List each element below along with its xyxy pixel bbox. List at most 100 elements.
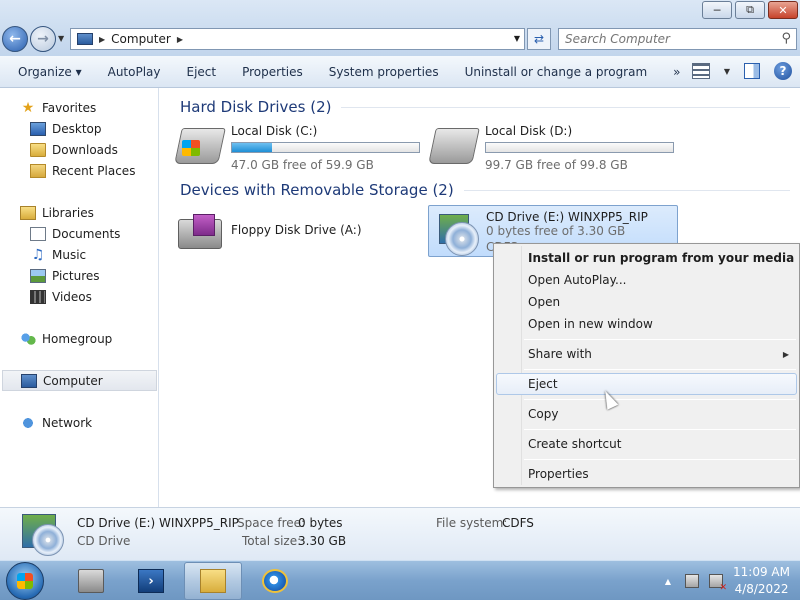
internet-explorer-icon xyxy=(262,569,288,593)
breadcrumb-chevron-icon[interactable]: ▶ xyxy=(99,35,105,44)
menu-item-open-new-window[interactable]: Open in new window xyxy=(496,313,797,335)
address-row: ← → ▼ ▶ Computer ▶ ▼ ⇄ ⚲ xyxy=(0,24,800,56)
view-options-dropdown-icon[interactable]: ▼ xyxy=(724,67,730,76)
nav-music[interactable]: ♫ Music xyxy=(0,244,158,265)
nav-label: Videos xyxy=(52,289,92,304)
preview-pane-icon[interactable] xyxy=(744,63,760,79)
forward-button[interactable]: → xyxy=(30,26,56,52)
breadcrumb-chevron-icon[interactable]: ▶ xyxy=(177,35,183,44)
show-hidden-icons-icon[interactable]: ▲ xyxy=(665,577,671,586)
organize-button[interactable]: Organize ▾ xyxy=(0,65,95,79)
drive-free-space: 0 bytes free of 3.30 GB xyxy=(486,224,626,238)
taskbar-explorer[interactable] xyxy=(184,562,242,600)
nav-computer[interactable]: Computer xyxy=(2,370,157,391)
taskbar-powershell[interactable]: › xyxy=(122,562,180,600)
nav-label: Pictures xyxy=(52,268,100,283)
network-status-icon[interactable] xyxy=(685,574,700,588)
menu-item-open-autoplay[interactable]: Open AutoPlay... xyxy=(496,269,797,291)
eject-button[interactable]: Eject xyxy=(174,65,230,79)
group-header-hard-disk[interactable]: Hard Disk Drives (2) xyxy=(180,98,790,116)
nav-pictures[interactable]: Pictures xyxy=(0,265,158,286)
windows-logo-icon xyxy=(17,573,33,589)
clock-time: 11:09 AM xyxy=(733,565,790,579)
refresh-button[interactable]: ⇄ xyxy=(527,28,551,50)
nav-libraries[interactable]: Libraries xyxy=(0,202,158,223)
menu-item-open[interactable]: Open xyxy=(496,291,797,313)
explorer-folder-icon xyxy=(200,569,226,593)
network-icon xyxy=(20,415,36,430)
menu-separator xyxy=(524,339,796,340)
recent-places-icon xyxy=(30,163,46,178)
menu-item-copy[interactable]: Copy xyxy=(496,403,797,425)
nav-homegroup[interactable]: Homegroup xyxy=(0,328,158,349)
drive-usage-bar xyxy=(485,142,674,153)
floppy-disk-icon xyxy=(193,214,215,236)
system-properties-button[interactable]: System properties xyxy=(316,65,452,79)
title-bar: ─ ⧉ ✕ xyxy=(0,0,800,24)
menu-item-properties[interactable]: Properties xyxy=(496,463,797,485)
search-input[interactable] xyxy=(559,29,769,49)
clock[interactable]: 11:09 AM 4/8/2022 xyxy=(733,564,790,598)
details-drive-name: CD Drive (E:) WINXPP5_RIP xyxy=(77,516,239,530)
nav-desktop[interactable]: Desktop xyxy=(0,118,158,139)
system-tray: ▲ 11:09 AM 4/8/2022 xyxy=(665,561,790,600)
clock-date: 4/8/2022 xyxy=(734,582,789,596)
address-bar[interactable]: ▶ Computer ▶ ▼ xyxy=(70,28,525,50)
breadcrumb-computer[interactable]: Computer xyxy=(111,32,171,46)
address-dropdown-icon[interactable]: ▼ xyxy=(514,34,520,43)
drive-tile-c[interactable]: Local Disk (C:) 47.0 GB free of 59.9 GB xyxy=(174,120,424,172)
taskbar-internet-explorer[interactable] xyxy=(246,562,304,600)
nav-network[interactable]: Network xyxy=(0,412,158,433)
menu-item-eject[interactable]: Eject xyxy=(496,373,797,395)
taskbar: › ▲ 11:09 AM 4/8/2022 xyxy=(0,560,800,600)
search-icon[interactable]: ⚲ xyxy=(781,31,791,46)
close-button[interactable]: ✕ xyxy=(768,1,798,19)
uninstall-program-button[interactable]: Uninstall or change a program xyxy=(452,65,661,79)
maximize-button[interactable]: ⧉ xyxy=(735,1,765,19)
navigation-pane: ★ Favorites Desktop Downloads Recent Pla… xyxy=(0,88,159,507)
help-icon[interactable]: ? xyxy=(774,62,792,80)
change-view-icon[interactable] xyxy=(691,63,710,79)
divider xyxy=(463,189,790,191)
menu-item-share-with[interactable]: Share with ▶ xyxy=(496,343,797,365)
nav-downloads[interactable]: Downloads xyxy=(0,139,158,160)
drive-usage-fill xyxy=(232,143,273,152)
pictures-icon xyxy=(30,268,46,283)
nav-label: Computer xyxy=(43,373,103,388)
cd-drive-icon xyxy=(20,512,64,556)
nav-documents[interactable]: Documents xyxy=(0,223,158,244)
drive-tile-d[interactable]: Local Disk (D:) 99.7 GB free of 99.8 GB xyxy=(428,120,678,172)
start-button[interactable] xyxy=(6,562,44,600)
menu-item-install-run[interactable]: Install or run program from your media xyxy=(496,247,797,269)
nav-videos[interactable]: Videos xyxy=(0,286,158,307)
nav-label: Documents xyxy=(52,226,121,241)
taskbar-server-manager[interactable] xyxy=(62,562,120,600)
autoplay-button[interactable]: AutoPlay xyxy=(95,65,174,79)
volume-muted-icon[interactable] xyxy=(709,574,727,593)
nav-favorites[interactable]: ★ Favorites xyxy=(0,97,158,118)
nav-label: Desktop xyxy=(52,121,102,136)
windows-logo-icon xyxy=(182,140,200,156)
nav-label: Downloads xyxy=(52,142,118,157)
properties-button[interactable]: Properties xyxy=(229,65,316,79)
cd-disc-icon xyxy=(445,222,479,256)
powershell-icon: › xyxy=(138,569,164,593)
nav-label: Homegroup xyxy=(42,331,113,346)
hard-disk-icon xyxy=(428,128,480,164)
group-header-removable[interactable]: Devices with Removable Storage (2) xyxy=(180,181,790,199)
search-box[interactable]: ⚲ xyxy=(558,28,797,50)
minimize-button[interactable]: ─ xyxy=(702,1,732,19)
nav-label: Favorites xyxy=(42,100,97,115)
cd-disc-icon xyxy=(32,524,64,556)
nav-recent-places[interactable]: Recent Places xyxy=(0,160,158,181)
recent-pages-dropdown[interactable]: ▼ xyxy=(58,34,64,43)
back-button[interactable]: ← xyxy=(2,26,28,52)
nav-label: Recent Places xyxy=(52,163,136,178)
details-space-free-label: Space free: xyxy=(237,516,306,530)
more-commands-button[interactable]: » xyxy=(660,65,693,79)
documents-icon xyxy=(30,226,46,241)
drive-tile-a[interactable]: Floppy Disk Drive (A:) xyxy=(174,205,424,257)
desktop-icon xyxy=(30,121,46,136)
menu-item-create-shortcut[interactable]: Create shortcut xyxy=(496,433,797,455)
drive-name: Local Disk (D:) xyxy=(485,124,573,138)
